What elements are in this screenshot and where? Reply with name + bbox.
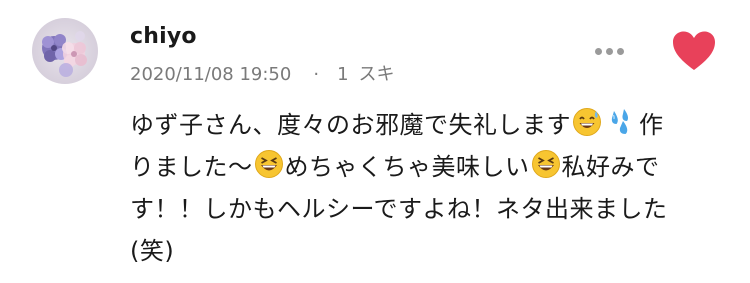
comment-text: 作: [639, 111, 664, 139]
comment-line: ゆず子さん、度々のお邪魔で失礼します 作: [130, 104, 720, 146]
more-options-button[interactable]: [593, 42, 627, 62]
like-button[interactable]: [671, 30, 717, 72]
comment-text: りました〜: [130, 153, 253, 181]
flower-avatar-icon: [42, 31, 87, 77]
more-dots-icon: [617, 48, 624, 55]
laughing-emoji: [254, 150, 283, 178]
comment-line: (笑): [130, 237, 175, 265]
comment-item: chiyo 2020/11/08 19:50 · 1 スキ ゆず子さん、度々のお邪魔で…: [0, 0, 750, 283]
heart-icon: [673, 31, 715, 70]
sweat-smile-emoji: [573, 108, 601, 136]
meta-separator: ·: [313, 64, 320, 85]
likes-label: スキ: [358, 64, 395, 85]
comment-meta: 2020/11/08 19:50 · 1 スキ: [130, 60, 395, 86]
comment-text: 私好みで: [561, 153, 660, 181]
avatar[interactable]: [32, 18, 98, 84]
more-dots-icon: [606, 48, 613, 55]
comment-line: りました〜 めちゃくちゃ美味しい 私好みで: [130, 146, 720, 188]
comment-line: す！！しかもヘルシーですよね！ネタ出来ました: [130, 195, 668, 223]
sweat-droplets-emoji: [611, 109, 628, 134]
laughing-emoji: [531, 150, 560, 178]
more-dots-icon: [595, 48, 602, 55]
author-name[interactable]: chiyo: [130, 24, 197, 49]
comment-text: めちゃくちゃ美味しい: [284, 153, 530, 181]
timestamp: 2020/11/08 19:50: [130, 64, 292, 85]
comment-body: ゆず子さん、度々のお邪魔で失礼します 作 りました〜 めちゃくちゃ美味しい 私好…: [130, 104, 720, 272]
comment-text: ゆず子さん、度々のお邪魔で失礼します: [130, 111, 571, 139]
likes-count: 1: [337, 64, 349, 85]
